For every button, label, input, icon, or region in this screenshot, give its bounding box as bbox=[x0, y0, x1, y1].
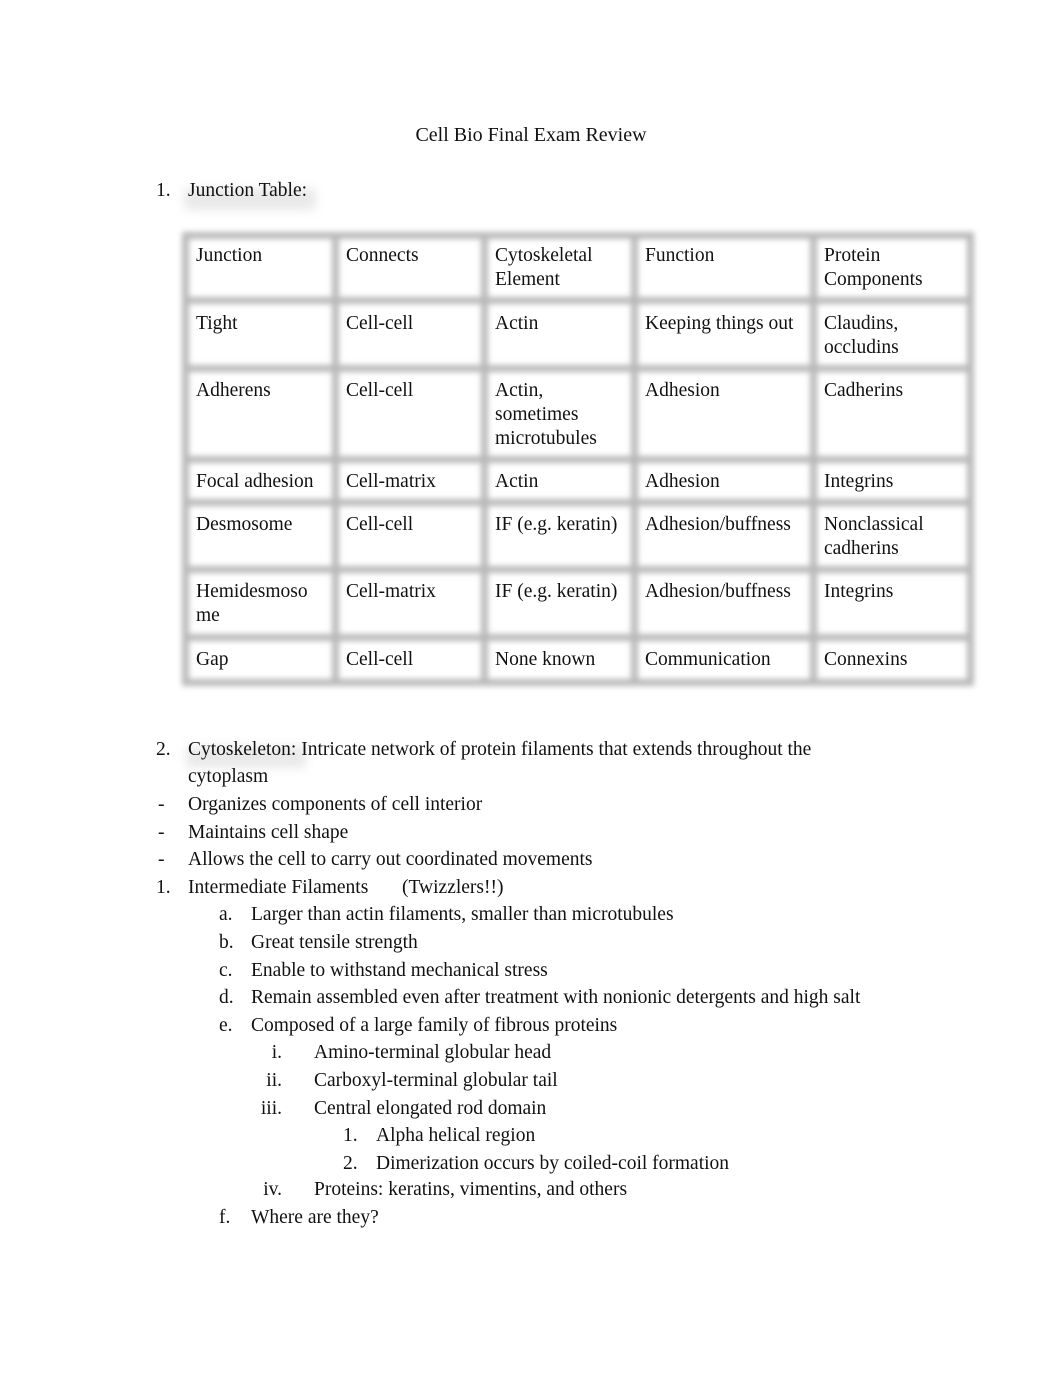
grid-line bbox=[182, 232, 974, 239]
list-marker: 1. bbox=[343, 1125, 358, 1146]
table-header-cell: Cytoskeletal Element bbox=[495, 245, 593, 290]
bullet-marker: - bbox=[158, 794, 165, 815]
table-cell: Adhesion bbox=[645, 471, 720, 492]
table-cell: None known bbox=[495, 649, 596, 670]
table-header-cell: Junction bbox=[196, 245, 263, 266]
table-cell: Adhesion bbox=[645, 380, 720, 401]
table-cell: Claudins, occludins bbox=[824, 313, 899, 358]
list-marker: b. bbox=[219, 932, 234, 953]
table-cell: Focal adhesion bbox=[196, 471, 314, 492]
document-title: Cell Bio Final Exam Review bbox=[415, 124, 647, 146]
grid-line bbox=[481, 232, 488, 686]
list-item: Enable to withstand mechanical stress bbox=[251, 960, 548, 981]
list-item: Dimerization occurs by coiled-coil forma… bbox=[376, 1153, 730, 1174]
grid-line bbox=[182, 566, 974, 573]
table-cell: Keeping things out bbox=[645, 313, 794, 334]
list-marker: i. bbox=[271, 1042, 282, 1063]
table-cell: Cell-cell bbox=[346, 649, 414, 670]
table-cell: IF (e.g. keratin) bbox=[495, 514, 618, 535]
table-cell: Adherens bbox=[196, 380, 271, 401]
grid-line bbox=[182, 634, 974, 641]
table-cell: Gap bbox=[196, 649, 229, 670]
bullet-item: Maintains cell shape bbox=[188, 822, 349, 843]
junction-table: Junction Connects Cytoskeletal Element F… bbox=[182, 232, 974, 686]
grid-line bbox=[631, 232, 638, 686]
table-cell: Cell-cell bbox=[346, 313, 414, 334]
list-marker: c. bbox=[219, 960, 233, 981]
list-marker: iv. bbox=[263, 1179, 282, 1200]
table-cell: Desmosome bbox=[196, 514, 293, 535]
subsection-note: (Twizzlers!!) bbox=[402, 877, 504, 898]
section-1-number: 1. bbox=[156, 180, 171, 201]
table-cell: Actin bbox=[495, 471, 539, 492]
table-cell: Cadherins bbox=[824, 380, 904, 401]
table-cell: Actin bbox=[495, 313, 539, 334]
list-item: Great tensile strength bbox=[251, 932, 418, 953]
table-header-cell: Function bbox=[645, 245, 715, 266]
grid-line bbox=[182, 499, 974, 506]
section-1-label: Junction Table: bbox=[188, 180, 308, 201]
list-item: Amino-terminal globular head bbox=[314, 1042, 552, 1063]
list-marker: d. bbox=[219, 987, 234, 1008]
table-cell: Connexins bbox=[824, 649, 908, 670]
list-item: Alpha helical region bbox=[376, 1125, 536, 1146]
section-2-heading: Cytoskeleton: Intricate network of prote… bbox=[188, 739, 812, 760]
table-cell: Actin, sometimes microtubules bbox=[495, 380, 597, 449]
list-item: Larger than actin filaments, smaller tha… bbox=[251, 904, 674, 925]
table-cell: Integrins bbox=[824, 581, 894, 602]
bullet-marker: - bbox=[158, 822, 165, 843]
table-cell: Cell-cell bbox=[346, 514, 414, 535]
list-marker: a. bbox=[219, 904, 233, 925]
list-item: Proteins: keratins, vimentins, and other… bbox=[314, 1179, 628, 1200]
table-cell: Integrins bbox=[824, 471, 894, 492]
list-marker: iii. bbox=[260, 1098, 282, 1119]
table-cell: Nonclassical cadherins bbox=[824, 514, 924, 559]
bullet-item: Organizes components of cell interior bbox=[188, 794, 483, 815]
table-cell: IF (e.g. keratin) bbox=[495, 581, 618, 602]
table-cell: Tight bbox=[196, 313, 238, 334]
grid-line bbox=[182, 232, 189, 686]
table-cell: Communication bbox=[645, 649, 771, 670]
table-cell: Adhesion/buffness bbox=[645, 581, 791, 602]
section-2-number: 2. bbox=[156, 739, 171, 760]
list-marker: 2. bbox=[343, 1153, 358, 1174]
list-marker: ii. bbox=[266, 1070, 282, 1091]
grid-line bbox=[967, 232, 974, 686]
grid-line bbox=[182, 679, 974, 686]
grid-line bbox=[182, 365, 974, 372]
table-cell: Cell-matrix bbox=[346, 471, 436, 492]
subsection-title: Intermediate Filaments bbox=[188, 877, 369, 898]
table-cell: Adhesion/buffness bbox=[645, 514, 791, 535]
grid-line bbox=[182, 456, 974, 463]
grid-line bbox=[332, 232, 339, 686]
list-marker: e. bbox=[219, 1015, 233, 1036]
list-item: Where are they? bbox=[251, 1207, 379, 1228]
subsection-number: 1. bbox=[156, 877, 171, 898]
grid-line bbox=[182, 297, 974, 304]
grid-line bbox=[810, 232, 817, 686]
table-cell: Cell-matrix bbox=[346, 581, 436, 602]
list-item: Carboxyl-terminal globular tail bbox=[314, 1070, 558, 1091]
bullet-marker: - bbox=[158, 849, 165, 870]
table-header-cell: Protein Components bbox=[824, 245, 923, 290]
table-header-cell: Connects bbox=[346, 245, 419, 266]
table-cell: Cell-cell bbox=[346, 380, 414, 401]
section-2-heading-continued: cytoplasm bbox=[188, 766, 269, 787]
bullet-item: Allows the cell to carry out coordinated… bbox=[188, 849, 593, 870]
list-item: Composed of a large family of fibrous pr… bbox=[251, 1015, 618, 1036]
list-marker: f. bbox=[219, 1207, 231, 1228]
table-cell: Hemidesmosome bbox=[196, 581, 308, 626]
list-item: Remain assembled even after treatment wi… bbox=[251, 987, 861, 1008]
list-item: Central elongated rod domain bbox=[314, 1098, 547, 1119]
